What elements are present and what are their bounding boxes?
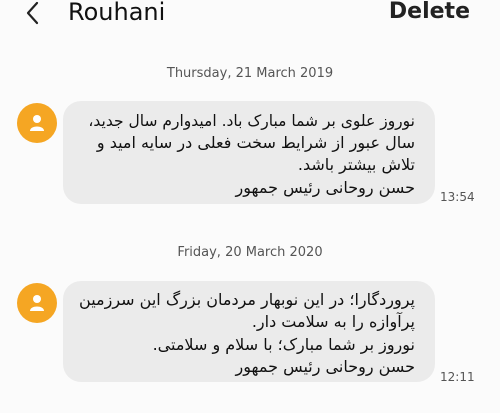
message-text: سال عبور از شرایط سخت فعلی در سایه امید … — [96, 133, 415, 152]
chevron-left-icon[interactable] — [22, 0, 46, 26]
message-bubble[interactable]: نوروز علوی بر شما مبارک باد. امیدوارم سا… — [63, 101, 435, 204]
message-text: تلاش بیشتر باشد. — [297, 155, 415, 174]
avatar — [17, 103, 57, 143]
message-text: نوروز علوی بر شما مبارک باد. امیدوارم سا… — [88, 112, 415, 130]
message-timestamp: 12:11 — [440, 370, 475, 384]
person-icon — [30, 115, 44, 131]
message-bubble[interactable]: پروردگارا؛ در این نوبهار مردمان بزرگ این… — [63, 281, 435, 382]
person-icon — [30, 295, 44, 311]
message-text: حسن روحانی رئیس جمهور — [235, 178, 415, 197]
message-timestamp: 13:54 — [440, 190, 475, 204]
date-separator: Friday, 20 March 2020 — [177, 245, 323, 260]
conversation-title: Rouhani — [68, 0, 166, 26]
delete-button[interactable]: Delete — [389, 0, 470, 27]
message-text: پرآوازه را به سلامت دار. — [251, 312, 415, 331]
date-separator: Thursday, 21 March 2019 — [166, 66, 334, 81]
avatar — [17, 283, 57, 323]
message-text: پروردگارا؛ در این نوبهار مردمان بزرگ این… — [79, 290, 415, 309]
app-header: Rouhani Delete — [0, 0, 500, 30]
message-text: حسن روحانی رئیس جمهور — [235, 357, 415, 376]
message-text: نوروز بر شما مبارک؛ با سلام و سلامتی. — [152, 335, 415, 354]
